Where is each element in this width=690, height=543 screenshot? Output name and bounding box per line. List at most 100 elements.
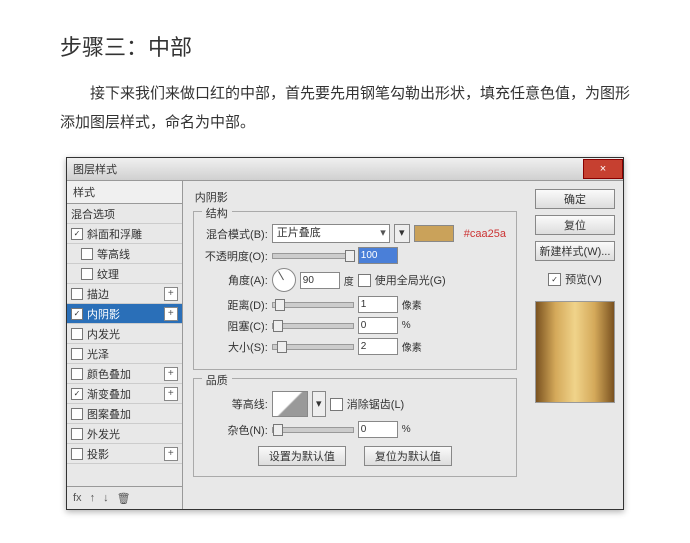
sidebar-header: 样式 xyxy=(67,181,182,204)
dropdown-icon[interactable]: ▾ xyxy=(312,391,326,417)
choke-unit: % xyxy=(402,320,411,331)
sidebar-item-label: 描边 xyxy=(87,286,109,302)
sidebar-item[interactable]: 等高线 xyxy=(67,244,182,264)
distance-slider[interactable] xyxy=(272,302,354,308)
step-paragraph: 接下来我们来做口红的中部，首先要先用钢笔勾勒出形状，填充任意色值，为图形添加图层… xyxy=(60,80,630,137)
cancel-button[interactable]: 复位 xyxy=(535,215,615,235)
style-checkbox[interactable] xyxy=(71,388,83,400)
sidebar-item-label: 图案叠加 xyxy=(87,406,131,422)
style-checkbox[interactable] xyxy=(71,408,83,420)
add-icon[interactable]: + xyxy=(164,447,178,461)
sidebar-item-label: 光泽 xyxy=(87,346,109,362)
sidebar-item[interactable]: 内阴影+ xyxy=(67,304,182,324)
sidebar-item[interactable]: 投影 + xyxy=(67,444,182,464)
sidebar-item[interactable]: 混合选项 xyxy=(67,204,182,224)
reset-default-button[interactable]: 复位为默认值 xyxy=(364,446,452,466)
noise-unit: % xyxy=(402,424,411,435)
close-button[interactable]: × xyxy=(583,159,623,179)
style-checkbox[interactable] xyxy=(71,308,83,320)
quality-label: 品质 xyxy=(202,372,232,388)
style-checkbox[interactable] xyxy=(71,288,83,300)
style-checkbox[interactable] xyxy=(71,348,83,360)
sidebar-item[interactable]: 斜面和浮雕 xyxy=(67,224,182,244)
add-icon[interactable]: + xyxy=(164,367,178,381)
blend-mode-label: 混合模式(B): xyxy=(204,226,268,242)
titlebar: 图层样式 × xyxy=(67,158,623,181)
panel-title: 内阴影 xyxy=(195,189,517,205)
preview-checkbox[interactable] xyxy=(548,273,561,286)
sidebar-item[interactable]: 颜色叠加 + xyxy=(67,364,182,384)
layer-style-dialog: 图层样式 × 样式 混合选项斜面和浮雕等高线纹理描边+内阴影+内发光光泽颜色叠加… xyxy=(66,157,624,510)
global-light-label: 使用全局光(G) xyxy=(375,272,446,288)
main-panel: 内阴影 结构 混合模式(B): 正片叠底 ▾ #caa25a 不透明度(O): … xyxy=(183,181,527,509)
preview-swatch xyxy=(535,301,615,403)
style-checkbox[interactable] xyxy=(71,428,83,440)
size-unit: 像素 xyxy=(402,339,422,354)
sidebar-item[interactable]: 图案叠加 xyxy=(67,404,182,424)
sidebar-item[interactable]: 描边 + xyxy=(67,284,182,304)
size-input[interactable]: 2 xyxy=(358,338,398,355)
size-label: 大小(S): xyxy=(204,339,268,355)
step-heading: 步骤三：中部 xyxy=(60,30,630,62)
add-icon[interactable]: + xyxy=(164,387,178,401)
style-checkbox[interactable] xyxy=(71,228,83,240)
sidebar-item-label: 等高线 xyxy=(97,246,130,262)
styles-list: 混合选项斜面和浮雕等高线纹理描边+内阴影+内发光光泽颜色叠加+渐变叠加+图案叠加… xyxy=(67,204,182,486)
contour-label: 等高线: xyxy=(204,396,268,412)
style-checkbox[interactable] xyxy=(71,368,83,380)
opacity-label: 不透明度(O): xyxy=(204,248,268,264)
sidebar-item-label: 颜色叠加 xyxy=(87,366,131,382)
sidebar-item-label: 斜面和浮雕 xyxy=(87,226,142,242)
style-checkbox[interactable] xyxy=(81,268,93,280)
distance-unit: 像素 xyxy=(402,297,422,312)
sidebar-item[interactable]: 光泽 xyxy=(67,344,182,364)
new-style-button[interactable]: 新建样式(W)... xyxy=(535,241,615,261)
choke-slider[interactable] xyxy=(272,323,354,329)
sidebar-item[interactable]: 内发光 xyxy=(67,324,182,344)
trash-icon[interactable]: 🗑 xyxy=(117,492,131,505)
noise-input[interactable]: 0 xyxy=(358,421,398,438)
sidebar-item[interactable]: 纹理 xyxy=(67,264,182,284)
styles-sidebar: 样式 混合选项斜面和浮雕等高线纹理描边+内阴影+内发光光泽颜色叠加+渐变叠加+图… xyxy=(67,181,183,509)
size-slider[interactable] xyxy=(272,344,354,350)
noise-slider[interactable] xyxy=(272,427,354,433)
style-checkbox[interactable] xyxy=(81,248,93,260)
blend-mode-select[interactable]: 正片叠底 xyxy=(272,224,390,243)
angle-input[interactable]: 90 xyxy=(300,272,340,289)
sidebar-item-label: 纹理 xyxy=(97,266,119,282)
distance-input[interactable]: 1 xyxy=(358,296,398,313)
sidebar-item-label: 混合选项 xyxy=(71,206,115,222)
add-icon[interactable]: + xyxy=(164,307,178,321)
dropdown-icon[interactable]: ▾ xyxy=(394,224,410,243)
opacity-slider[interactable] xyxy=(272,253,354,259)
structure-group: 结构 混合模式(B): 正片叠底 ▾ #caa25a 不透明度(O): 100 … xyxy=(193,211,517,370)
structure-label: 结构 xyxy=(202,205,232,221)
global-light-checkbox[interactable] xyxy=(358,274,371,287)
angle-unit: 度 xyxy=(344,273,354,288)
sidebar-item-label: 投影 xyxy=(87,446,109,462)
down-icon[interactable]: ↓ xyxy=(103,492,109,504)
distance-label: 距离(D): xyxy=(204,297,268,313)
sidebar-footer: fx ↑ ↓ 🗑 xyxy=(67,486,182,509)
up-icon[interactable]: ↑ xyxy=(90,492,96,504)
noise-label: 杂色(N): xyxy=(204,422,268,438)
color-swatch[interactable] xyxy=(414,225,454,242)
contour-picker[interactable] xyxy=(272,391,308,417)
choke-label: 阻塞(C): xyxy=(204,318,268,334)
sidebar-item[interactable]: 外发光 xyxy=(67,424,182,444)
angle-dial[interactable] xyxy=(272,268,296,292)
angle-label: 角度(A): xyxy=(204,272,268,288)
right-column: 确定 复位 新建样式(W)... 预览(V) xyxy=(527,181,623,509)
style-checkbox[interactable] xyxy=(71,328,83,340)
opacity-input[interactable]: 100 xyxy=(358,247,398,264)
choke-input[interactable]: 0 xyxy=(358,317,398,334)
ok-button[interactable]: 确定 xyxy=(535,189,615,209)
antialias-checkbox[interactable] xyxy=(330,398,343,411)
add-icon[interactable]: + xyxy=(164,287,178,301)
style-checkbox[interactable] xyxy=(71,448,83,460)
make-default-button[interactable]: 设置为默认值 xyxy=(258,446,346,466)
preview-label: 预览(V) xyxy=(565,271,602,287)
fx-icon[interactable]: fx xyxy=(73,492,82,504)
antialias-label: 消除锯齿(L) xyxy=(347,396,404,412)
sidebar-item[interactable]: 渐变叠加+ xyxy=(67,384,182,404)
